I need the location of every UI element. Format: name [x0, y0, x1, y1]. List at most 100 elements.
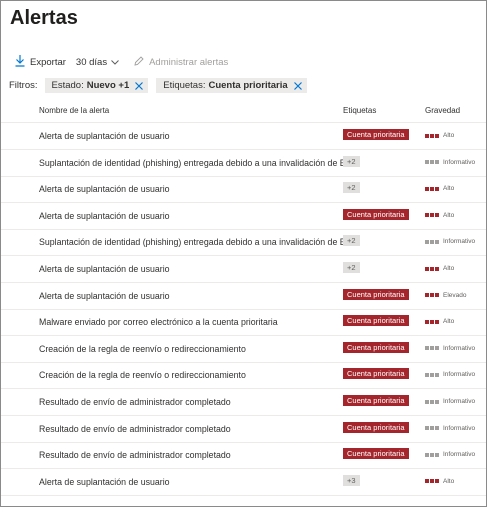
tag-count-badge: +3: [343, 474, 360, 486]
chip-value: Cuenta prioritaria: [208, 80, 288, 91]
severity-label: Informativo: [443, 238, 476, 246]
priority-account-badge: Cuenta prioritaria: [343, 395, 409, 406]
table-row[interactable]: Resultado de envío de administrador comp…: [1, 389, 486, 416]
tags-cell: +3: [343, 474, 360, 486]
close-icon[interactable]: [135, 81, 144, 90]
severity-level-square: [425, 160, 429, 165]
severity-level-square: [435, 399, 439, 404]
chip-key: Etiquetas:: [163, 80, 206, 91]
priority-account-badge: Cuenta prioritaria: [343, 208, 409, 220]
severity-level-square: [430, 346, 434, 351]
priority-account-badge: Cuenta prioritaria: [343, 288, 409, 300]
filter-chip-status[interactable]: Estado: Nuevo +1: [44, 78, 149, 93]
severity-label: Alto: [443, 318, 455, 326]
tags-cell: Cuenta prioritaria: [343, 421, 409, 433]
severity-label: Alto: [443, 477, 455, 485]
severity-level-square: [425, 239, 429, 244]
alert-name[interactable]: Malware enviado por correo electrónico a…: [39, 317, 278, 327]
severity-level-square: [435, 133, 439, 138]
alert-name[interactable]: Suplantación de identidad (phishing) ent…: [39, 158, 357, 168]
severity-label: Informativo: [443, 158, 476, 166]
range-label: 30 días: [75, 56, 108, 68]
table-row[interactable]: Creación de la regla de reenvío o redire…: [1, 336, 486, 363]
severity-level-square: [435, 293, 439, 298]
tags-cell: Cuenta prioritaria: [343, 368, 409, 380]
severity-cell: Alto: [425, 318, 454, 325]
tags-cell: +2: [343, 235, 360, 247]
tag-count-badge: +2: [343, 262, 360, 273]
toolbar: Exportar 30 días Administrar alertas: [15, 54, 238, 70]
export-button[interactable]: Exportar: [15, 54, 66, 70]
table-row[interactable]: Alerta de suplantación de usuario +2 Alto: [1, 256, 486, 283]
column-header-severity[interactable]: Gravedad: [425, 106, 460, 115]
manage-label: Administrar alertas: [149, 56, 229, 68]
alert-name[interactable]: Creación de la regla de reenvío o redire…: [39, 370, 246, 380]
severity-cell: Alto: [425, 185, 454, 192]
chip-value: Nuevo +1: [86, 80, 130, 91]
column-header-name[interactable]: Nombre de la alerta: [39, 106, 109, 115]
severity-cell: Informativo: [425, 345, 475, 352]
table-row[interactable]: Alerta de suplantación de usuario Cuenta …: [1, 203, 486, 230]
tag-count-badge: +2: [343, 235, 360, 247]
close-icon[interactable]: [293, 81, 302, 90]
manage-alerts-button[interactable]: Administrar alertas: [134, 55, 229, 69]
severity-cell: Alto: [425, 132, 454, 139]
alert-name[interactable]: Creación de la regla de reenvío o redire…: [39, 344, 246, 354]
download-icon: [15, 54, 30, 70]
severity-cell: Elevado: [425, 292, 467, 299]
column-header-tags[interactable]: Etiquetas: [343, 106, 376, 115]
alert-name[interactable]: Resultado de envío de administrador comp…: [39, 397, 231, 407]
table-header: Nombre de la alerta Etiquetas Gravedad: [1, 102, 486, 123]
severity-level-square: [425, 186, 429, 191]
severity-level-square: [425, 293, 429, 298]
alerts-window: Alertas Exportar 30 días Administrar ale…: [0, 0, 487, 507]
filters-bar: Filtros: Estado: Nuevo +1 Etiquetas: Cue…: [9, 78, 315, 93]
table-row[interactable]: Suplantación de identidad (phishing) ent…: [1, 229, 486, 257]
severity-level-square: [425, 133, 429, 138]
chip-key: Estado:: [51, 80, 84, 91]
severity-level-square: [425, 399, 429, 404]
table-row[interactable]: Suplantación de identidad (phishing) ent…: [1, 150, 486, 177]
severity-level-square: [430, 186, 434, 191]
alert-name[interactable]: Alerta de suplantación de usuario: [39, 131, 170, 141]
tags-cell: Cuenta prioritaria: [343, 315, 409, 327]
severity-level-square: [425, 452, 429, 457]
table-row[interactable]: Alerta de suplantación de usuario Cuenta …: [1, 283, 486, 310]
table-row[interactable]: Alerta de suplantación de usuario Cuenta …: [1, 123, 486, 150]
alert-name[interactable]: Alerta de suplantación de usuario: [39, 184, 170, 194]
tags-cell: Cuenta prioritaria: [343, 208, 409, 220]
alert-name[interactable]: Suplantación de identidad (phishing) ent…: [39, 237, 357, 247]
tags-cell: Cuenta prioritaria: [343, 129, 409, 140]
severity-level-square: [435, 372, 439, 377]
priority-account-badge: Cuenta prioritaria: [343, 129, 409, 140]
severity-label: Alto: [443, 265, 455, 272]
severity-level-square: [430, 426, 434, 431]
alert-name[interactable]: Alerta de suplantación de usuario: [39, 211, 170, 221]
tags-cell: +2: [343, 262, 360, 273]
table-row[interactable]: Resultado de envío de administrador comp…: [1, 442, 486, 470]
severity-level-square: [425, 213, 429, 218]
alert-name[interactable]: Alerta de suplantación de usuario: [39, 477, 170, 487]
alert-name[interactable]: Alerta de suplantación de usuario: [39, 291, 170, 301]
severity-level-square: [435, 213, 439, 218]
severity-level-square: [425, 479, 429, 484]
table-row[interactable]: Alerta de suplantación de usuario +3 Alto: [1, 469, 486, 496]
alert-name[interactable]: Alerta de suplantación de usuario: [39, 264, 170, 274]
severity-label: Alto: [443, 132, 455, 139]
table-row[interactable]: Alerta de suplantación de usuario +2 Alto: [1, 176, 486, 204]
table-row[interactable]: Resultado de envío de administrador comp…: [1, 416, 486, 443]
table-row[interactable]: Creación de la regla de reenvío o redire…: [1, 362, 486, 390]
severity-cell: Informativo: [425, 371, 475, 378]
tags-cell: Cuenta prioritaria: [343, 395, 409, 406]
filter-chip-tags[interactable]: Etiquetas: Cuenta prioritaria: [156, 78, 307, 93]
severity-level-square: [430, 399, 434, 404]
severity-label: Alto: [443, 211, 455, 219]
severity-level-square: [425, 346, 429, 351]
alert-name[interactable]: Resultado de envío de administrador comp…: [39, 424, 231, 434]
tag-count-badge: +2: [343, 182, 360, 194]
alert-name[interactable]: Resultado de envío de administrador comp…: [39, 450, 231, 460]
severity-level-square: [430, 239, 434, 244]
table-row[interactable]: Malware enviado por correo electrónico a…: [1, 309, 486, 337]
date-range-dropdown[interactable]: 30 días: [76, 57, 124, 68]
severity-level-square: [435, 346, 439, 351]
